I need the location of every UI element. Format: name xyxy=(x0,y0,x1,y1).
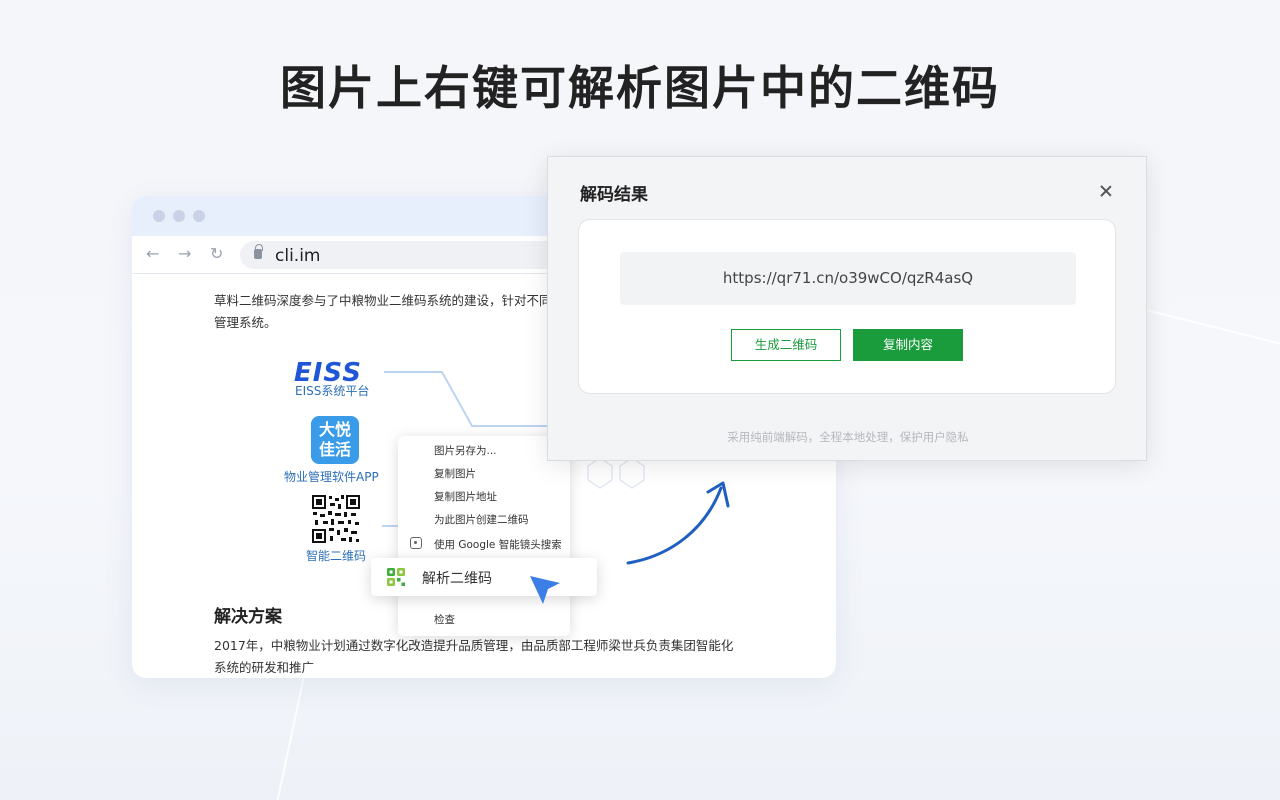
solution-paragraph-line: 2017年，中粮物业计划通过数字化改造提升品质管理，由品质部工程师梁世兵负责集团… xyxy=(214,638,734,653)
curved-arrow-icon xyxy=(626,481,730,565)
result-card: https://qr71.cn/o39wCO/qzR4asQ 生成二维码 复制内… xyxy=(578,219,1116,394)
qr-code-image[interactable] xyxy=(311,494,361,544)
section-title: 解决方案 xyxy=(214,607,282,627)
qr-code-label: 智能二维码 xyxy=(306,549,367,563)
generate-qr-button[interactable]: 生成二维码 xyxy=(731,329,841,361)
copy-content-button[interactable]: 复制内容 xyxy=(853,329,963,361)
menu-item-inspect[interactable]: 检查 xyxy=(434,612,455,627)
app-label: 物业管理软件APP xyxy=(284,470,379,484)
menu-item-decode-qr[interactable]: 解析二维码 xyxy=(371,558,597,596)
privacy-note: 采用纯前端解码，全程本地处理，保护用户隐私 xyxy=(727,430,969,444)
qr-scan-icon xyxy=(387,568,405,586)
menu-item-create-qr-code[interactable]: 为此图片创建二维码 xyxy=(434,512,529,527)
mouse-cursor-icon xyxy=(530,576,560,604)
menu-item-copy-image[interactable]: 复制图片 xyxy=(434,466,476,481)
decode-qr-label: 解析二维码 xyxy=(422,571,492,587)
menu-item-save-image[interactable]: 图片另存为... xyxy=(434,443,497,458)
close-icon[interactable] xyxy=(1097,183,1115,201)
decoded-result-text[interactable]: https://qr71.cn/o39wCO/qzR4asQ xyxy=(620,252,1076,305)
dialog-title: 解码结果 xyxy=(580,185,648,205)
page-headline: 图片上右键可解析图片中的二维码 xyxy=(280,61,1000,115)
menu-item-copy-image-address[interactable]: 复制图片地址 xyxy=(434,489,497,504)
app-icon: 大悦 佳活 xyxy=(311,416,359,464)
decode-result-dialog: 解码结果 https://qr71.cn/o39wCO/qzR4asQ 生成二维… xyxy=(547,156,1147,461)
eiss-platform-label: EISS系统平台 xyxy=(295,384,370,398)
menu-item-google-lens[interactable]: 使用 Google 智能镜头搜索 xyxy=(434,537,562,552)
google-lens-icon xyxy=(410,537,422,549)
solution-paragraph-line: 系统的研发和推广 xyxy=(214,660,315,675)
